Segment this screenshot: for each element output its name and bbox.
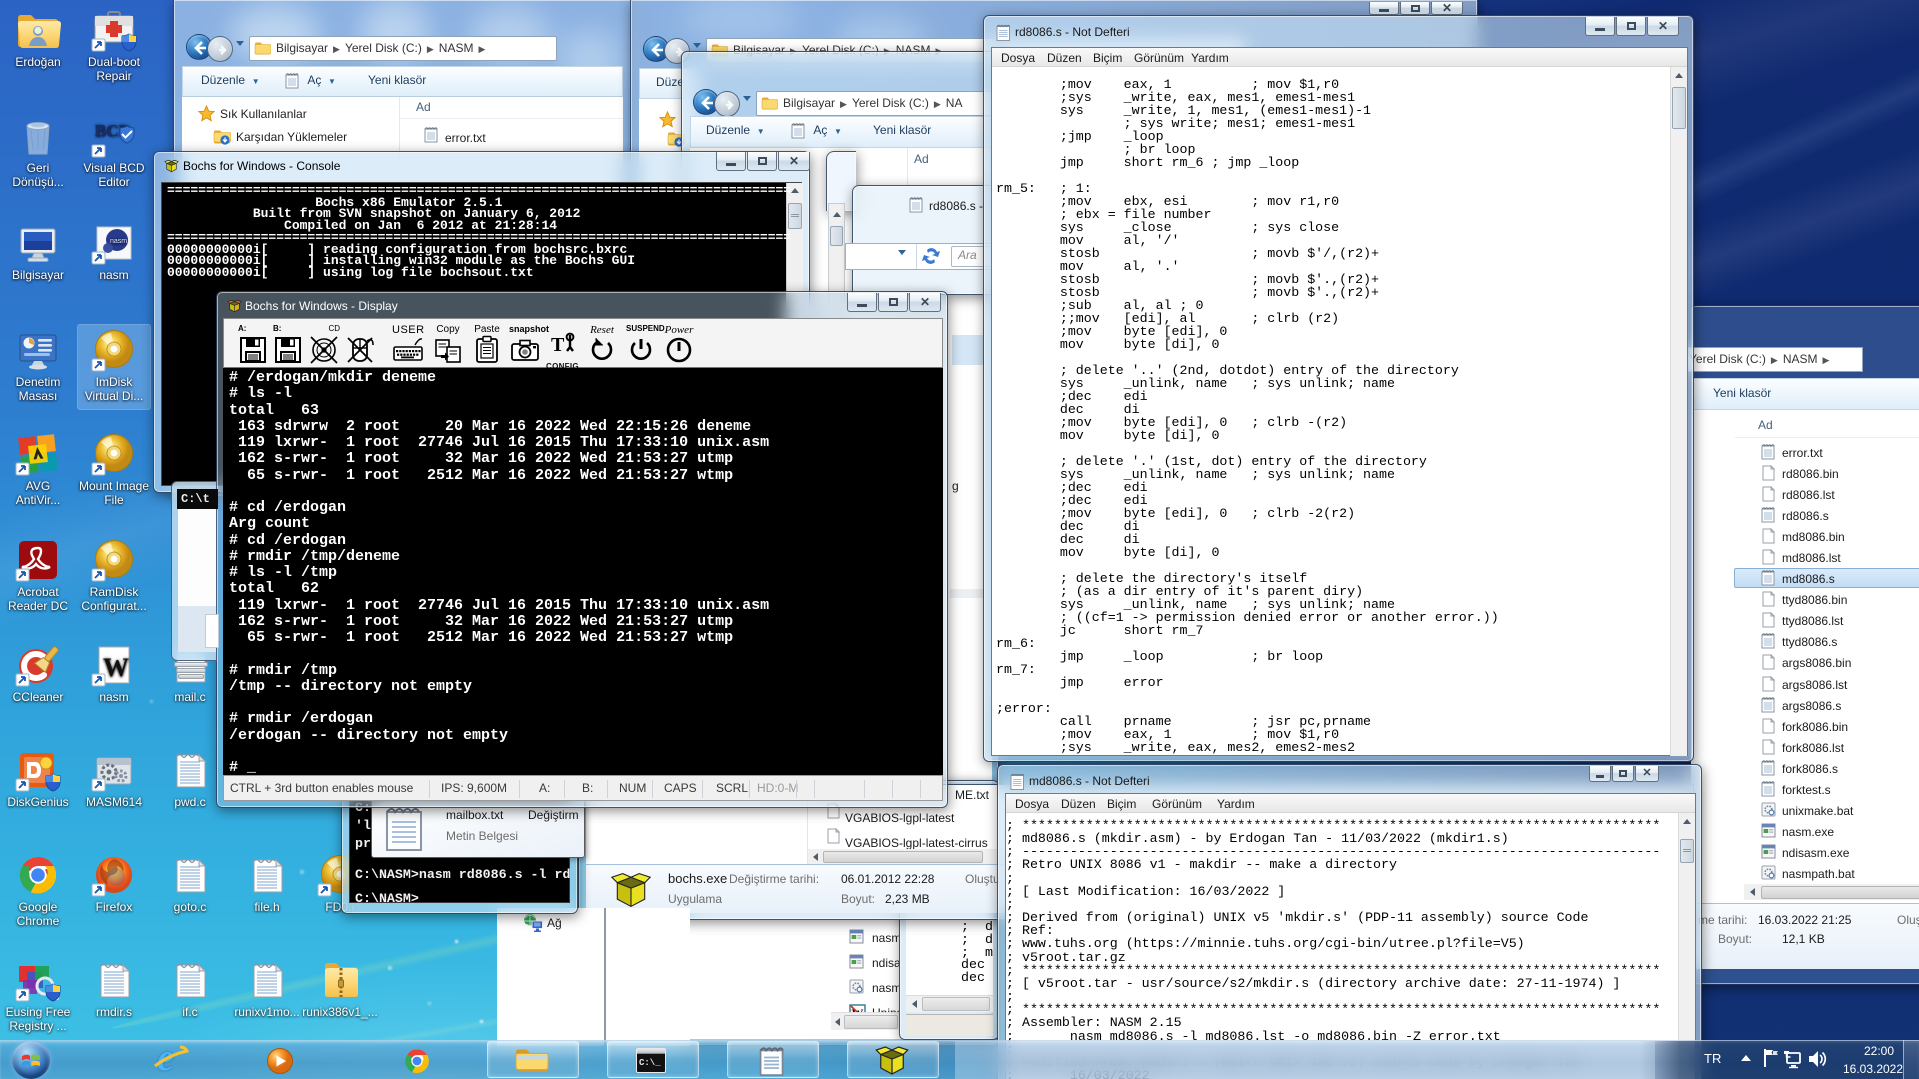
svg-text:nasm: nasm [110, 238, 127, 245]
svg-text:T: T [551, 334, 565, 356]
svg-text:W: W [103, 653, 129, 682]
